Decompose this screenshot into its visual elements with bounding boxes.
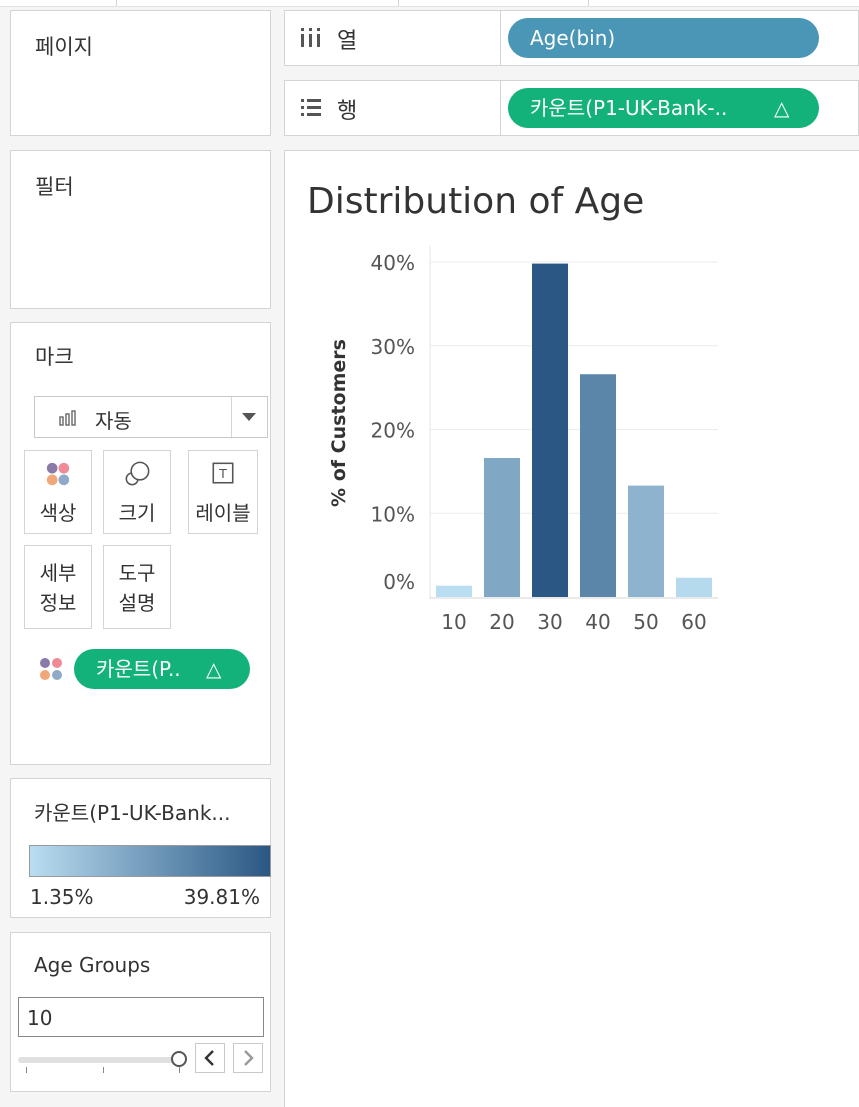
bar-chart[interactable]: 0% 10% 20% 30% 40% % of Customers 10 20 30 40 50 60 xyxy=(285,151,859,671)
color-dots-icon xyxy=(46,462,70,486)
strip-divider xyxy=(588,0,589,6)
size-circles-icon xyxy=(125,461,150,486)
worksheet-view[interactable]: Distribution of Age 0% 10% 20% 30% 40%% of C… xyxy=(284,150,859,1107)
tooltip-button-label: 도구 설명 xyxy=(104,558,170,618)
count-pill[interactable]: 카운트(P1-UK-Bank-.. △ xyxy=(508,88,819,128)
filters-card[interactable]: 필터 xyxy=(10,150,271,309)
y-tick-label: 0% xyxy=(383,570,415,594)
color-button[interactable]: 색상 xyxy=(24,450,92,534)
y-tick-label: 40% xyxy=(371,251,415,275)
slider-tick xyxy=(103,1067,104,1073)
legend-title: 카운트(P1-UK-Bank... xyxy=(34,801,231,825)
decrement-button[interactable] xyxy=(195,1043,225,1073)
rows-icon xyxy=(301,99,321,116)
columns-icon xyxy=(301,28,320,47)
legend-max: 39.81% xyxy=(183,885,260,909)
mark-type-value: 자동 xyxy=(95,409,132,433)
age-groups-title: Age Groups xyxy=(34,953,151,977)
columns-shelf[interactable]: 열 Age(bin) xyxy=(284,10,859,66)
age-bin-pill[interactable]: Age(bin) xyxy=(508,18,819,58)
top-toolbar-strip xyxy=(0,0,859,7)
rows-shelf-label: 행 xyxy=(337,99,358,124)
marks-card-title: 마크 xyxy=(35,345,74,369)
chevron-right-icon xyxy=(244,1050,254,1066)
slider-tick xyxy=(179,1067,180,1073)
y-tick-label: 10% xyxy=(371,502,415,526)
rows-shelf[interactable]: 행 카운트(P1-UK-Bank-.. △ xyxy=(284,80,859,136)
tooltip-label-line2: 설명 xyxy=(118,591,156,615)
bar-10[interactable] xyxy=(436,585,472,597)
delta-icon: △ xyxy=(774,96,790,120)
slider-tick xyxy=(26,1067,27,1073)
y-tick-label: 20% xyxy=(371,419,415,443)
label-button[interactable]: T 레이블 xyxy=(188,450,258,534)
age-groups-slider-handle[interactable] xyxy=(171,1051,187,1067)
age-groups-value: 10 xyxy=(27,1006,53,1030)
x-tick-label: 60 xyxy=(681,610,706,634)
bar-40[interactable] xyxy=(580,374,616,597)
delta-icon: △ xyxy=(206,657,222,681)
x-tick-label: 50 xyxy=(633,610,658,634)
chevron-left-icon xyxy=(204,1050,214,1066)
age-groups-slider-track[interactable] xyxy=(18,1057,180,1063)
detail-button-label: 세부 정보 xyxy=(25,558,91,618)
columns-shelf-label: 열 xyxy=(337,29,358,54)
size-button[interactable]: 크기 xyxy=(103,450,171,534)
color-button-label: 색상 xyxy=(39,501,77,525)
tooltip-button[interactable]: 도구 설명 xyxy=(103,545,171,629)
detail-button[interactable]: 세부 정보 xyxy=(24,545,92,629)
detail-label-line2: 정보 xyxy=(39,591,77,615)
filters-card-title: 필터 xyxy=(35,175,74,199)
label-button-label: 레이블 xyxy=(195,501,251,525)
x-tick-label: 40 xyxy=(585,610,610,634)
y-axis-title: % of Customers xyxy=(328,339,350,507)
legend-min: 1.35% xyxy=(30,885,94,909)
age-groups-input[interactable]: 10 xyxy=(18,997,264,1037)
tooltip-label-line1: 도구 xyxy=(118,561,156,585)
marks-card[interactable]: 마크 자동 색상 크기 T 레이블 세부 정보 도구 설명 카운트(P.. △ xyxy=(10,322,271,765)
increment-button[interactable] xyxy=(233,1043,263,1073)
x-tick-label: 20 xyxy=(489,610,514,634)
age-bin-pill-label: Age(bin) xyxy=(530,26,616,50)
strip-divider xyxy=(398,0,399,6)
bar-60[interactable] xyxy=(676,577,712,597)
age-groups-parameter-card[interactable]: Age Groups 10 xyxy=(10,932,271,1092)
strip-divider xyxy=(116,0,117,6)
text-label-icon: T xyxy=(212,462,234,484)
color-field-pill-label: 카운트(P.. xyxy=(96,657,181,681)
legend-gradient xyxy=(29,845,271,877)
pages-card[interactable]: 페이지 xyxy=(10,10,271,136)
bar-chart-icon xyxy=(59,410,76,426)
chevron-down-icon[interactable] xyxy=(242,413,256,421)
mark-type-dropdown[interactable]: 자동 xyxy=(34,396,268,438)
color-field-pill[interactable]: 카운트(P.. △ xyxy=(74,649,250,689)
color-legend-card[interactable]: 카운트(P1-UK-Bank... 1.35% 39.81% xyxy=(10,778,271,918)
bar-30[interactable] xyxy=(532,263,568,597)
x-tick-label: 10 xyxy=(441,610,466,634)
size-button-label: 크기 xyxy=(118,501,156,525)
y-tick-label: 30% xyxy=(371,335,415,359)
color-dots-icon xyxy=(40,658,62,680)
count-pill-label: 카운트(P1-UK-Bank-.. xyxy=(530,96,728,120)
rows-shelf-label-area: 행 xyxy=(285,81,501,135)
columns-shelf-label-area: 열 xyxy=(285,11,501,65)
bar-20[interactable] xyxy=(484,457,520,597)
pages-card-title: 페이지 xyxy=(35,35,93,59)
detail-label-line1: 세부 xyxy=(39,561,77,585)
bar-50[interactable] xyxy=(628,485,664,597)
x-tick-label: 30 xyxy=(537,610,562,634)
dropdown-divider xyxy=(231,397,232,437)
svg-text:T: T xyxy=(218,466,227,481)
